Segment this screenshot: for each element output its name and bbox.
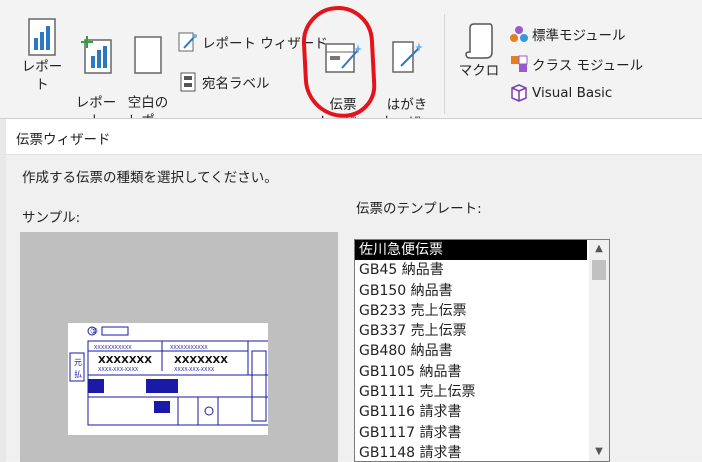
slip-code-2: XXXXXXXXXXX — [170, 345, 208, 351]
templates-scrollbar[interactable]: ▲ ▼ — [589, 240, 609, 461]
postcard-wizard-icon — [392, 41, 423, 73]
slip-code-1: XXXXXXXXXXX — [94, 345, 132, 351]
class-module-button[interactable]: クラス モジュール — [510, 54, 643, 74]
standard-module-button[interactable]: 標準モジュール — [510, 24, 626, 44]
scroll-up-arrow-icon[interactable]: ▲ — [589, 240, 609, 258]
scroll-thumb[interactable] — [592, 260, 606, 280]
report-wizard-icon — [178, 32, 197, 52]
report-design-icon — [81, 36, 112, 74]
labels-button[interactable]: 宛名ラベル — [178, 72, 270, 92]
template-item[interactable]: GB1111 売上伝票 — [355, 382, 609, 402]
ribbon: レポート レポート デザイン 空白の レポート レポート ウィザード — [0, 0, 702, 165]
dialog-titlebar[interactable]: 伝票ウィザード — [0, 119, 702, 155]
blank-report-icon — [134, 36, 162, 74]
class-module-icon — [511, 55, 528, 72]
slip-big-2: XXXXXXX — [174, 355, 228, 366]
report-button[interactable]: レポート — [16, 18, 68, 94]
left-edge — [0, 155, 6, 462]
slip-mark: ① — [90, 327, 98, 337]
template-item[interactable]: GB233 売上伝票 — [355, 301, 609, 321]
standard-module-icon — [510, 26, 528, 42]
ribbon-separator — [444, 14, 445, 114]
slip-small-2: XXXX-XXX-XXXX — [174, 367, 215, 373]
sample-label: サンプル: — [22, 210, 81, 226]
template-item[interactable]: GB480 納品書 — [355, 341, 609, 361]
template-item[interactable]: GB337 売上伝票 — [355, 321, 609, 341]
macro-button[interactable]: マクロ — [456, 22, 502, 80]
macro-label: マクロ — [458, 63, 500, 79]
dialog-title: 伝票ウィザード — [16, 132, 111, 148]
template-item[interactable]: 佐川急便伝票 — [355, 240, 587, 261]
sample-slip-drawing: . ① 元 払 XXXXXXXXXXX XXXXXXXXXXX XXXXXXX … — [68, 322, 273, 426]
visual-basic-label: Visual Basic — [532, 85, 613, 101]
slip-wizard-dialog: 伝票ウィザード 作成する伝票の種類を選択してください。 サンプル: 伝票のテンプ… — [0, 118, 702, 462]
visual-basic-button[interactable]: Visual Basic — [510, 84, 612, 102]
template-item[interactable]: GB45 納品書 — [355, 260, 609, 280]
slip-barai: 払 — [74, 369, 82, 379]
report-label: レポート — [21, 59, 63, 93]
labels-icon — [180, 72, 196, 92]
templates-listbox[interactable]: 佐川急便伝票 GB45 納品書 GB150 納品書 GB233 売上伝票 GB337 売… — [354, 239, 610, 462]
template-item[interactable]: GB150 納品書 — [355, 281, 609, 301]
slip-small-1: XXXX-XXX-XXXX — [98, 367, 139, 373]
class-module-label: クラス モジュール — [532, 58, 644, 74]
red-annotation-circle — [300, 4, 378, 120]
standard-module-label: 標準モジュール — [532, 28, 626, 44]
sample-slip-image: . ① 元 払 XXXXXXXXXXX XXXXXXXXXXX XXXXXXX … — [68, 322, 273, 435]
scroll-down-arrow-icon[interactable]: ▼ — [589, 443, 609, 461]
templates-label: 伝票のテンプレート: — [356, 201, 482, 217]
template-item[interactable]: GB1148 請求書 — [355, 443, 609, 461]
template-item[interactable]: GB1105 納品書 — [355, 362, 609, 382]
template-item[interactable]: GB1116 請求書 — [355, 402, 609, 422]
report-icon — [28, 18, 56, 56]
svg-text:.: . — [68, 323, 69, 324]
template-item[interactable]: GB1117 請求書 — [355, 423, 609, 443]
templates-list: 佐川急便伝票 GB45 納品書 GB150 納品書 GB233 売上伝票 GB337 売… — [355, 240, 609, 461]
slip-big-1: XXXXXXX — [98, 355, 152, 366]
instruction-text: 作成する伝票の種類を選択してください。 — [22, 170, 278, 186]
visual-basic-icon — [511, 84, 527, 102]
sample-preview: . ① 元 払 XXXXXXXXXXX XXXXXXXXXXX XXXXXXX … — [20, 232, 338, 462]
slip-moto: 元 — [74, 358, 82, 367]
macro-scroll-icon — [465, 23, 493, 59]
labels-label: 宛名ラベル — [202, 76, 270, 92]
